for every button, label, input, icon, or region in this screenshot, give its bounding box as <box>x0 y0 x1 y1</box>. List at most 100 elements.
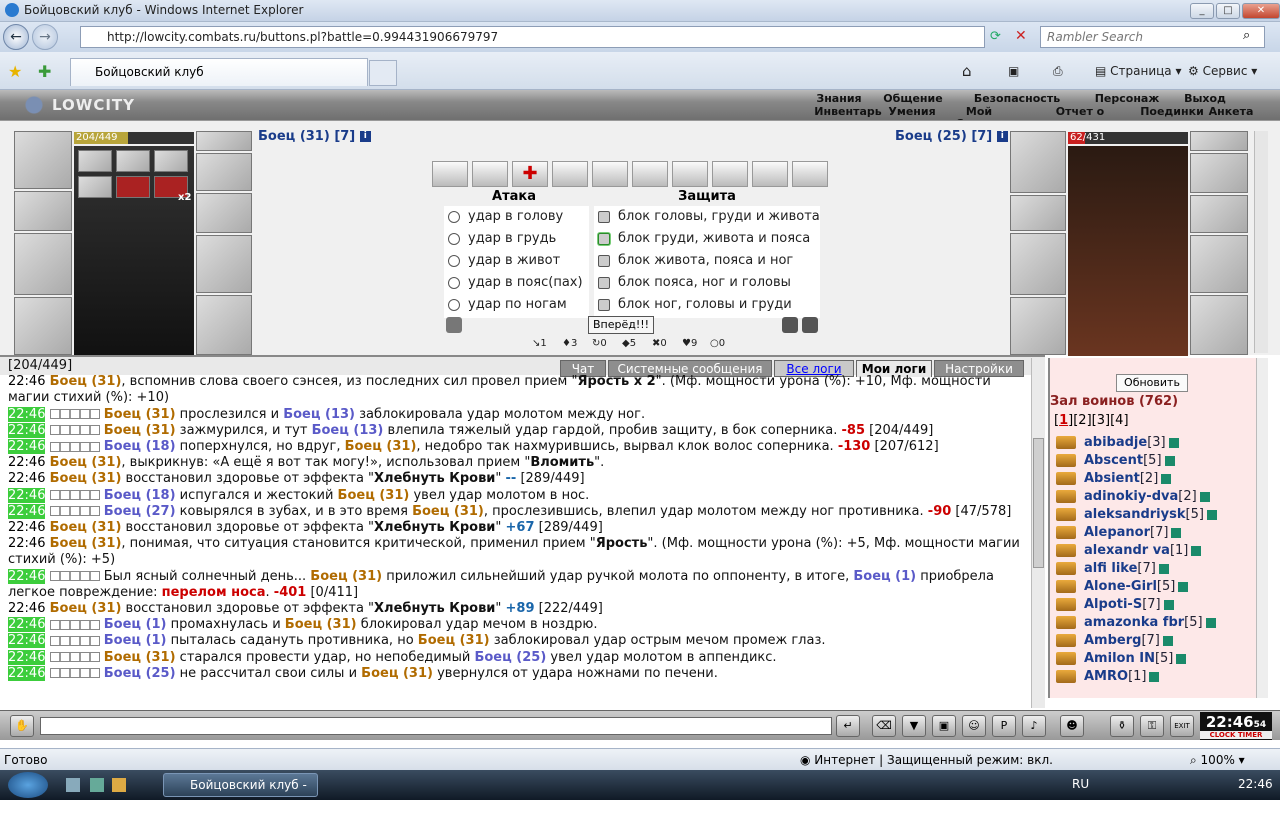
gloves-slot[interactable] <box>196 193 252 233</box>
private-message-icon[interactable] <box>1056 526 1076 539</box>
enemy-name[interactable]: Боец (25) [7] i <box>895 129 1008 144</box>
info-icon[interactable] <box>1158 563 1169 574</box>
skill-slot-8[interactable] <box>712 161 748 187</box>
info-icon[interactable] <box>1161 473 1172 484</box>
page-4[interactable]: 4 <box>1115 413 1123 428</box>
battle-scrollbar[interactable] <box>1254 131 1268 353</box>
wolf-icon[interactable] <box>782 317 798 333</box>
attack-chest[interactable]: удар в грудь <box>448 228 556 250</box>
close-window-button[interactable]: ✕ <box>1242 3 1280 19</box>
effect-slot-3[interactable] <box>154 150 188 172</box>
private-message-icon[interactable] <box>1056 562 1076 575</box>
private-message-icon[interactable] <box>1056 580 1076 593</box>
hall-player-item[interactable]: Abscent[5] <box>1056 452 1175 470</box>
menu-skills[interactable]: Умения <box>886 106 938 118</box>
private-message-icon[interactable] <box>1056 634 1076 647</box>
back-button[interactable]: ← <box>3 24 29 50</box>
tab-fight-club[interactable]: Бойцовский клуб <box>70 58 368 86</box>
smiley-icon[interactable]: ☻ <box>1060 715 1084 737</box>
effect-slot-2[interactable] <box>116 150 150 172</box>
page-2[interactable]: 2 <box>1078 413 1086 428</box>
private-message-icon[interactable] <box>1056 490 1076 503</box>
quicklaunch-explorer-icon[interactable] <box>90 778 104 792</box>
skill-slot-4[interactable] <box>552 161 588 187</box>
search-icon[interactable]: ⌕ <box>1243 28 1250 43</box>
enemy-bracers-slot[interactable] <box>1010 195 1066 231</box>
log-scrollbar[interactable] <box>1031 358 1045 708</box>
attack-groin[interactable]: удар в пояс(пах) <box>448 272 583 294</box>
hall-player-item[interactable]: Alepanor[7] <box>1056 524 1182 542</box>
hall-player-item[interactable]: alexandr va[1] <box>1056 542 1202 560</box>
hall-player-item[interactable]: Absient[2] <box>1056 470 1172 488</box>
info-icon[interactable] <box>1205 617 1216 628</box>
hall-player-item[interactable]: abibadje[3] <box>1056 434 1179 452</box>
attack-legs[interactable]: удар по ногам <box>448 294 567 316</box>
attack-head[interactable]: удар в голову <box>448 206 563 228</box>
refresh-hall-button[interactable]: Обновить <box>1116 374 1188 392</box>
private-message-icon[interactable] <box>1056 508 1076 521</box>
music-icon[interactable]: ♪ <box>1022 715 1046 737</box>
block-belly-waist-legs[interactable]: блок живота, пояса и ног <box>598 250 793 272</box>
shield-icon[interactable] <box>446 317 462 333</box>
refresh-icon[interactable]: ⟳ <box>990 29 1001 44</box>
private-message-icon[interactable] <box>1056 670 1076 683</box>
send-icon[interactable]: ↵ <box>836 715 860 737</box>
effect-slot-1[interactable] <box>78 150 112 172</box>
service-menu[interactable]: ⚙ Сервис ▾ <box>1188 62 1257 80</box>
hall-player-item[interactable]: Amberg[7] <box>1056 632 1173 650</box>
eraser-icon[interactable]: ⌫ <box>872 715 896 737</box>
skill-slot-6[interactable] <box>632 161 668 187</box>
info-icon[interactable] <box>1163 599 1174 610</box>
info-icon[interactable] <box>1162 635 1173 646</box>
skill-slot-10[interactable] <box>792 161 828 187</box>
info-icon[interactable] <box>1171 527 1182 538</box>
log-scroll-thumb[interactable] <box>1033 438 1044 568</box>
enemy-legs-slot[interactable] <box>1190 295 1248 355</box>
lock-icon[interactable]: ⚿ <box>1140 715 1164 737</box>
private-message-icon[interactable] <box>1056 436 1076 449</box>
zoom-level[interactable]: ⌕ 100% ▾ <box>1190 749 1245 771</box>
info-icon[interactable] <box>1178 581 1189 592</box>
menu-transfers-report[interactable]: Отчет о переводах <box>1022 106 1138 130</box>
forward-button[interactable]: → <box>32 24 58 50</box>
effect-slot-4[interactable] <box>78 176 112 198</box>
favorites-star-icon[interactable]: ★ <box>8 62 22 81</box>
hall-player-item[interactable]: Amilon IN[5] <box>1056 650 1187 668</box>
skill-slot-1[interactable] <box>432 161 468 187</box>
start-button[interactable] <box>8 772 48 798</box>
hall-scrollbar[interactable] <box>1256 358 1268 698</box>
pl-icon[interactable]: P <box>992 715 1016 737</box>
hall-player-item[interactable]: aleksandriysk[5] <box>1056 506 1217 524</box>
info-icon[interactable] <box>1164 455 1175 466</box>
feeds-icon[interactable]: ▣ <box>1008 62 1019 80</box>
url-input[interactable]: http://lowcity.combats.ru/buttons.pl?bat… <box>80 26 985 48</box>
menu-fights[interactable]: Поединки <box>1140 106 1204 118</box>
info-icon[interactable]: i <box>359 131 371 142</box>
quicklaunch-desktop-icon[interactable] <box>66 778 80 792</box>
forward-attack-button[interactable]: Вперёд!!! <box>588 316 654 334</box>
armor-slot[interactable] <box>14 297 72 355</box>
menu-profile[interactable]: Анкета <box>1208 106 1254 118</box>
skill-slot-5[interactable] <box>592 161 628 187</box>
private-message-icon[interactable] <box>1056 598 1076 611</box>
skill-slot-9[interactable] <box>752 161 788 187</box>
weapon-slot[interactable] <box>14 233 72 295</box>
enemy-armor-slot[interactable] <box>1010 297 1066 355</box>
add-favorites-icon[interactable]: ✚ <box>38 62 51 81</box>
block-legs-head-chest[interactable]: блок ног, головы и груди <box>598 294 792 316</box>
quicklaunch-media-icon[interactable] <box>112 778 126 792</box>
page-1[interactable]: 1 <box>1059 413 1068 428</box>
print-icon[interactable]: ⎙ <box>1053 62 1063 80</box>
language-indicator[interactable]: RU <box>1072 777 1089 791</box>
stop-icon[interactable]: ✕ <box>1015 28 1027 44</box>
shield-slot[interactable] <box>196 235 252 293</box>
menu-communication[interactable]: Общение <box>880 92 946 105</box>
hall-player-item[interactable]: amazonka fbr[5] <box>1056 614 1216 632</box>
new-tab-button[interactable] <box>369 60 397 86</box>
rings-slot[interactable] <box>196 153 252 191</box>
hall-player-item[interactable]: adinokiy-dva[2] <box>1056 488 1210 506</box>
page-menu[interactable]: ▤ Страница ▾ <box>1095 62 1182 80</box>
info-icon[interactable] <box>1199 491 1210 502</box>
attack-belly[interactable]: удар в живот <box>448 250 560 272</box>
bracers-slot[interactable] <box>14 191 72 231</box>
